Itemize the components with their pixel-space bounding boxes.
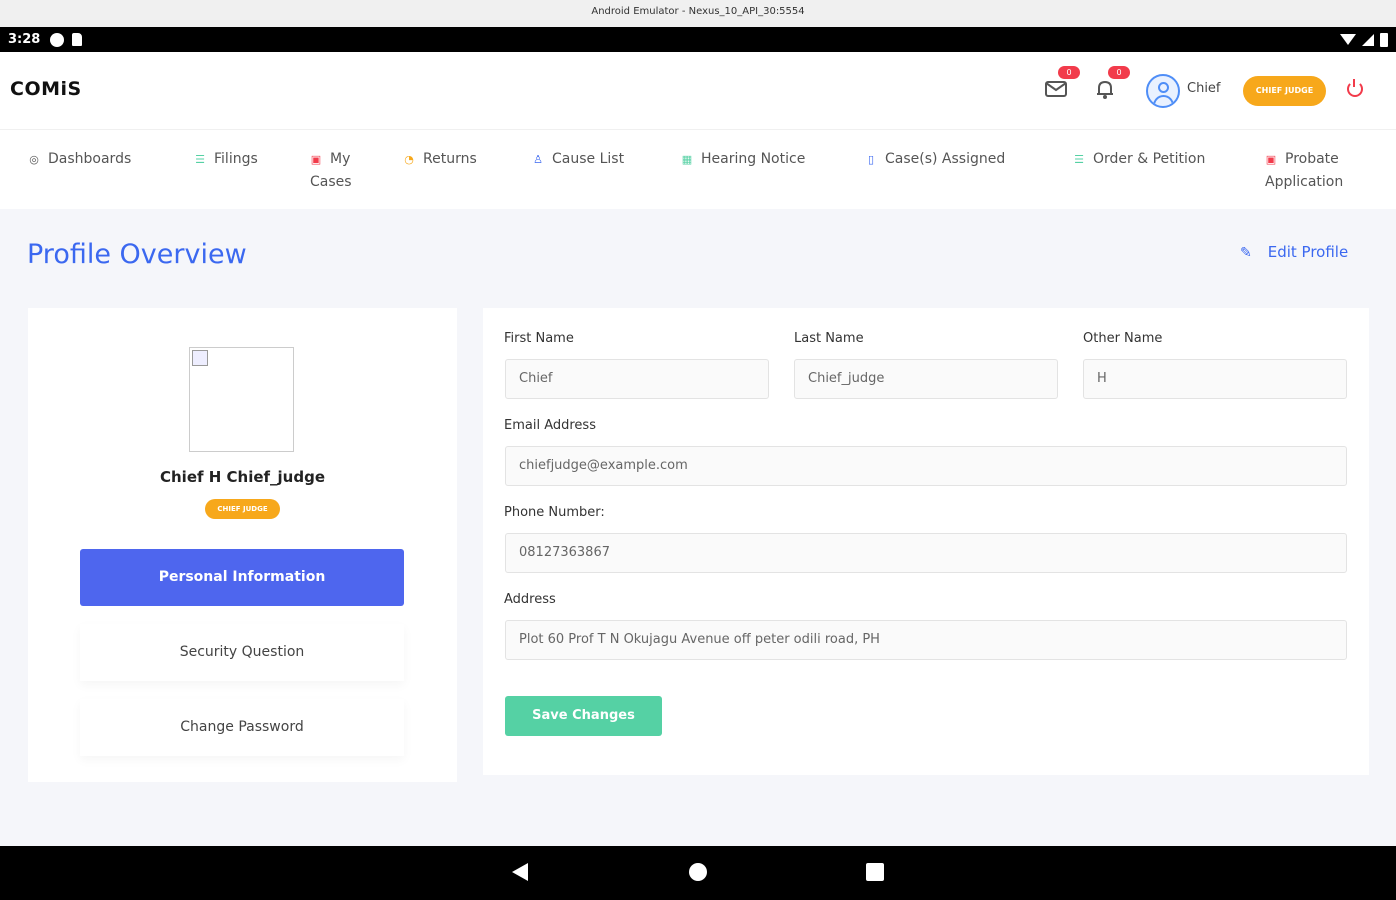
phone-field[interactable]: 08127363867 bbox=[505, 533, 1347, 573]
person-icon: ♙ bbox=[533, 153, 543, 166]
last-name-field[interactable]: Chief_judge bbox=[794, 359, 1058, 399]
mail-badge: 0 bbox=[1058, 66, 1080, 79]
nav-probate-application[interactable]: ▣ Probate Application bbox=[1265, 148, 1343, 194]
change-password-tab[interactable]: Change Password bbox=[80, 699, 404, 756]
profile-form: First Name Chief Last Name Chief_judge O… bbox=[483, 308, 1369, 775]
nav-cases-assigned[interactable]: ▯ Case(s) Assigned bbox=[865, 148, 1005, 171]
address-field[interactable]: Plot 60 Prof T N Okujagu Avenue off pete… bbox=[505, 620, 1347, 660]
nav-filings[interactable]: ☰ Filings bbox=[194, 148, 258, 171]
security-question-tab[interactable]: Security Question bbox=[80, 624, 404, 681]
wifi-icon bbox=[1340, 34, 1356, 45]
profile-image bbox=[189, 347, 294, 452]
messages-button[interactable]: 0 bbox=[1044, 66, 1080, 102]
main-nav: ◎ Dashboards ☰ Filings ▣ My Cases ◔ Returns … bbox=[0, 129, 1396, 209]
app-header: COMiS 0 0 Chief CHIEF JUDGE bbox=[0, 52, 1396, 129]
last-name-label: Last Name bbox=[794, 331, 864, 346]
edit-profile-link[interactable]: ✎ Edit Profile bbox=[1240, 243, 1348, 261]
battery-icon bbox=[1380, 32, 1388, 47]
android-nav-bar bbox=[0, 846, 1396, 900]
list-icon: ☰ bbox=[195, 153, 205, 166]
nav-order-petition[interactable]: ☰ Order & Petition bbox=[1073, 148, 1205, 171]
first-name-field[interactable]: Chief bbox=[505, 359, 769, 399]
nav-dashboards[interactable]: ◎ Dashboards bbox=[28, 148, 131, 171]
calendar-icon: ▦ bbox=[681, 153, 693, 166]
personal-information-tab[interactable]: Personal Information bbox=[80, 549, 404, 606]
phone-label: Phone Number: bbox=[504, 505, 605, 520]
status-bar: 3:28 bbox=[0, 27, 1396, 52]
email-field[interactable]: chiefjudge@example.com bbox=[505, 446, 1347, 486]
broken-image-icon bbox=[192, 350, 208, 366]
emulator-title: Android Emulator - Nexus_10_API_30:5554 bbox=[0, 0, 1396, 27]
pencil-icon: ✎ bbox=[1240, 245, 1252, 261]
first-name-label: First Name bbox=[504, 331, 574, 346]
page-title: Profile Overview bbox=[27, 239, 247, 270]
nav-cause-list[interactable]: ♙ Cause List bbox=[532, 148, 624, 171]
logout-icon[interactable] bbox=[1347, 79, 1363, 97]
bell-icon bbox=[1097, 80, 1113, 99]
address-label: Address bbox=[504, 592, 556, 607]
sd-card-icon bbox=[72, 33, 83, 46]
folder-icon: ▣ bbox=[1265, 153, 1277, 166]
other-name-field[interactable]: H bbox=[1083, 359, 1347, 399]
bell-badge: 0 bbox=[1108, 66, 1130, 79]
profile-role-badge: CHIEF JUDGE bbox=[205, 499, 280, 519]
status-time: 3:28 bbox=[8, 32, 41, 47]
document-icon: ▯ bbox=[867, 153, 875, 166]
dashboard-icon: ◎ bbox=[29, 153, 39, 166]
folder-icon: ▣ bbox=[310, 153, 322, 166]
signal-icon bbox=[1362, 33, 1374, 46]
other-name-label: Other Name bbox=[1083, 331, 1163, 346]
profile-card: Chief H Chief_judge CHIEF JUDGE Personal… bbox=[28, 308, 457, 782]
nav-hearing-notice[interactable]: ▦ Hearing Notice bbox=[681, 148, 806, 171]
user-avatar[interactable] bbox=[1146, 74, 1180, 108]
mail-icon bbox=[1045, 81, 1067, 97]
save-changes-button[interactable]: Save Changes bbox=[505, 696, 662, 736]
play-protect-icon bbox=[50, 32, 65, 47]
email-label: Email Address bbox=[504, 418, 596, 433]
return-icon: ◔ bbox=[404, 153, 414, 166]
header-username[interactable]: Chief bbox=[1187, 81, 1221, 96]
role-badge: CHIEF JUDGE bbox=[1243, 76, 1326, 106]
back-icon[interactable] bbox=[512, 863, 528, 881]
app-logo: COMiS bbox=[10, 78, 82, 100]
nav-returns[interactable]: ◔ Returns bbox=[403, 148, 477, 171]
home-icon[interactable] bbox=[689, 863, 707, 881]
recents-icon[interactable] bbox=[866, 863, 884, 881]
list-icon: ☰ bbox=[1074, 153, 1084, 166]
notifications-button[interactable]: 0 bbox=[1094, 66, 1130, 102]
profile-name: Chief H Chief_judge bbox=[159, 468, 326, 486]
nav-my-cases[interactable]: ▣ My Cases bbox=[310, 148, 352, 194]
